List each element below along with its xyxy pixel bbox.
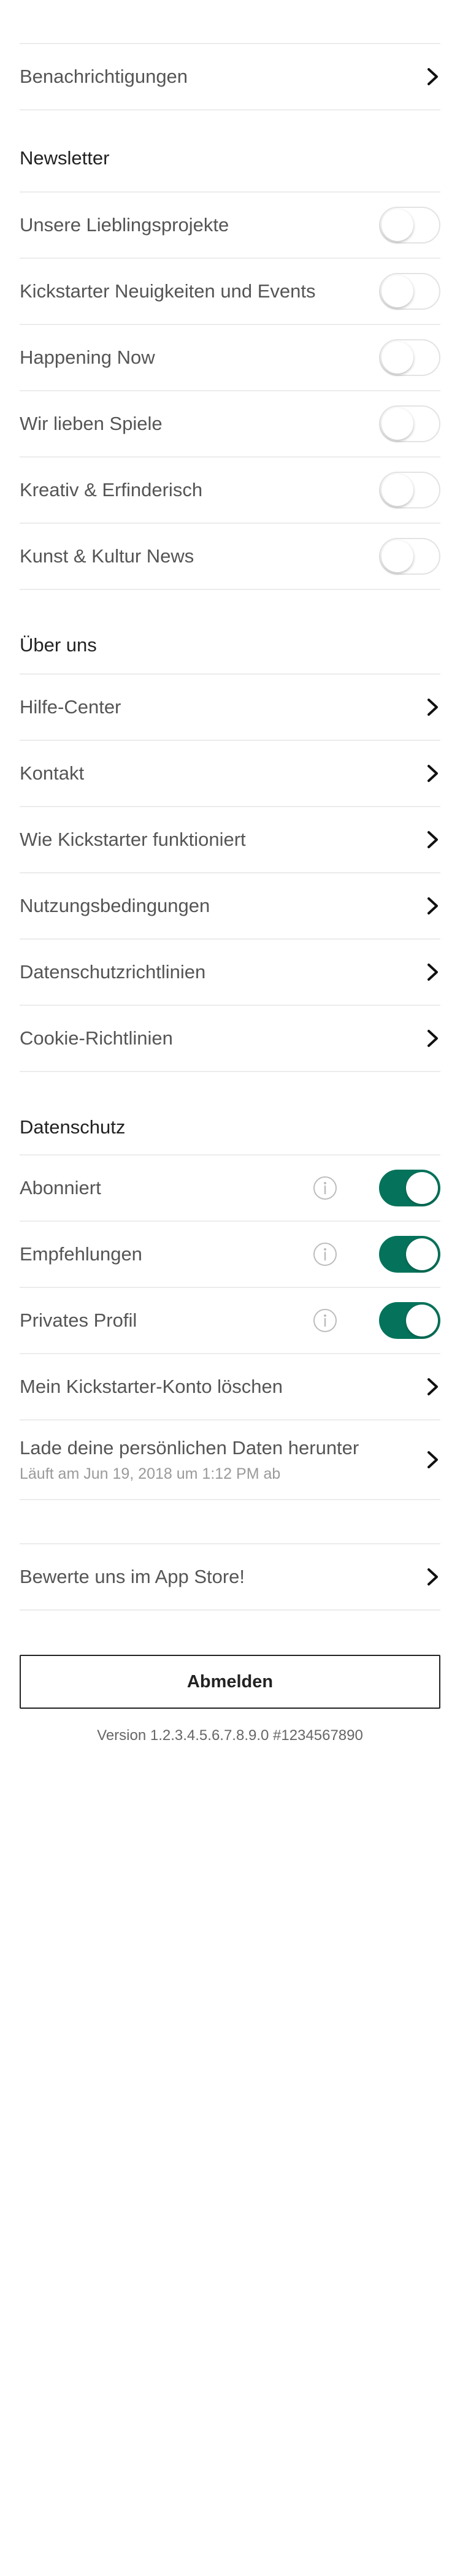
newsletter-label: Kunst & Kultur News xyxy=(20,545,194,567)
about-label: Kontakt xyxy=(20,762,85,784)
settings-page: Benachrichtigungen Newsletter Unsere Lie… xyxy=(0,0,460,2576)
about-row-cookie-policy[interactable]: Cookie-Richtlinien xyxy=(20,1006,440,1072)
chevron-right-icon xyxy=(426,764,440,783)
delete-account-label: Mein Kickstarter-Konto löschen xyxy=(20,1376,283,1397)
privacy-row-subscribed: Abonniert xyxy=(20,1156,440,1222)
download-data-row[interactable]: Lade deine persönlichen Daten herunter L… xyxy=(20,1420,440,1500)
toggle-knob xyxy=(406,1305,438,1336)
section-title: Newsletter xyxy=(20,147,110,169)
about-label: Nutzungsbedingungen xyxy=(20,895,210,916)
newsletter-toggle[interactable] xyxy=(379,339,440,376)
newsletter-row-games: Wir lieben Spiele xyxy=(20,391,440,458)
toggle-knob xyxy=(381,275,413,307)
privacy-row-private-profile: Privates Profil xyxy=(20,1288,440,1354)
info-icon[interactable] xyxy=(313,1308,337,1333)
about-label: Wie Kickstarter funktioniert xyxy=(20,829,246,850)
newsletter-label: Kickstarter Neuigkeiten und Events xyxy=(20,280,316,302)
newsletter-label: Kreativ & Erfinderisch xyxy=(20,479,203,500)
privacy-toggle[interactable] xyxy=(379,1170,440,1206)
toggle-knob xyxy=(381,209,413,241)
newsletter-row-news-events: Kickstarter Neuigkeiten und Events xyxy=(20,259,440,325)
download-data-label: Lade deine persönlichen Daten herunter xyxy=(20,1436,359,1459)
newsletter-row-creative: Kreativ & Erfinderisch xyxy=(20,458,440,524)
info-icon[interactable] xyxy=(313,1242,337,1267)
rate-spacer xyxy=(20,1500,440,1544)
chevron-right-icon xyxy=(426,830,440,849)
about-row-how-it-works[interactable]: Wie Kickstarter funktioniert xyxy=(20,807,440,873)
privacy-toggle[interactable] xyxy=(379,1302,440,1339)
chevron-right-icon xyxy=(426,897,440,915)
newsletter-row-happening-now: Happening Now xyxy=(20,325,440,391)
about-row-terms[interactable]: Nutzungsbedingungen xyxy=(20,873,440,940)
toggle-knob xyxy=(381,474,413,506)
about-label: Hilfe-Center xyxy=(20,696,121,718)
toggle-knob xyxy=(406,1238,438,1270)
newsletter-toggle[interactable] xyxy=(379,472,440,508)
notifications-label: Benachrichtigungen xyxy=(20,66,188,87)
rate-app-row[interactable]: Bewerte uns im App Store! xyxy=(20,1544,440,1611)
newsletter-toggle[interactable] xyxy=(379,207,440,243)
toggle-knob xyxy=(381,540,413,572)
privacy-controls xyxy=(313,1236,440,1273)
newsletter-toggle[interactable] xyxy=(379,273,440,310)
download-data-expiry: Läuft am Jun 19, 2018 um 1:12 PM ab xyxy=(20,1465,281,1482)
privacy-controls xyxy=(313,1302,440,1339)
newsletter-label: Unsere Lieblingsprojekte xyxy=(20,214,229,236)
privacy-label: Abonniert xyxy=(20,1177,101,1198)
privacy-toggle[interactable] xyxy=(379,1236,440,1273)
toggle-knob xyxy=(381,342,413,374)
about-row-contact[interactable]: Kontakt xyxy=(20,741,440,807)
logout-button[interactable]: Abmelden xyxy=(20,1655,440,1709)
delete-account-row[interactable]: Mein Kickstarter-Konto löschen xyxy=(20,1354,440,1420)
about-header: Über uns xyxy=(20,590,440,675)
chevron-right-icon xyxy=(426,698,440,716)
toggle-knob xyxy=(381,408,413,440)
newsletter-label: Happening Now xyxy=(20,347,155,368)
newsletter-row-arts-culture: Kunst & Kultur News xyxy=(20,524,440,590)
section-title: Über uns xyxy=(20,634,97,656)
download-data-text: Lade deine persönlichen Daten herunter L… xyxy=(20,1437,359,1483)
toggle-knob xyxy=(406,1172,438,1204)
notifications-row[interactable]: Benachrichtigungen xyxy=(20,44,440,110)
newsletter-toggle[interactable] xyxy=(379,538,440,575)
about-row-help-center[interactable]: Hilfe-Center xyxy=(20,675,440,741)
info-icon[interactable] xyxy=(313,1176,337,1200)
privacy-row-recommendations: Empfehlungen xyxy=(20,1222,440,1288)
rate-app-label: Bewerte uns im App Store! xyxy=(20,1566,245,1587)
chevron-right-icon xyxy=(426,963,440,981)
version-text: Version 1.2.3.4.5.6.7.8.9.0 #1234567890 xyxy=(97,1727,363,1744)
about-row-privacy-policy[interactable]: Datenschutzrichtlinien xyxy=(20,940,440,1006)
privacy-label: Empfehlungen xyxy=(20,1243,142,1265)
section-title: Datenschutz xyxy=(20,1116,126,1138)
about-label: Datenschutzrichtlinien xyxy=(20,961,206,983)
chevron-right-icon xyxy=(426,67,440,86)
chevron-right-icon xyxy=(426,1451,440,1469)
privacy-header: Datenschutz xyxy=(20,1072,440,1156)
top-spacer xyxy=(20,0,440,43)
newsletter-label: Wir lieben Spiele xyxy=(20,413,163,434)
about-label: Cookie-Richtlinien xyxy=(20,1027,173,1049)
chevron-right-icon xyxy=(426,1029,440,1048)
newsletter-row-favorites: Unsere Lieblingsprojekte xyxy=(20,193,440,259)
privacy-label: Privates Profil xyxy=(20,1309,137,1331)
chevron-right-icon xyxy=(426,1378,440,1396)
privacy-controls xyxy=(313,1170,440,1206)
chevron-right-icon xyxy=(426,1568,440,1586)
newsletter-header: Newsletter xyxy=(20,110,440,193)
newsletter-toggle[interactable] xyxy=(379,405,440,442)
